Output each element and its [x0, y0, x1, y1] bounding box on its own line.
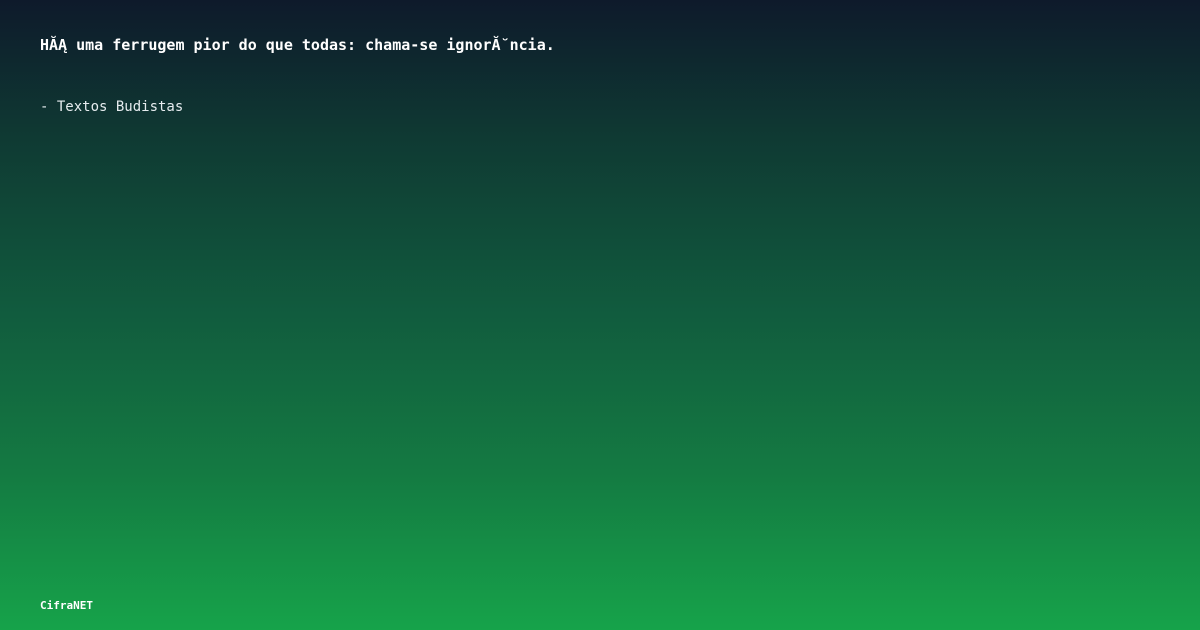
- quote-card: HĂĄ uma ferrugem pior do que todas: cham…: [0, 0, 1200, 630]
- quote-author: - Textos Budistas: [40, 99, 184, 115]
- quote-text: HĂĄ uma ferrugem pior do que todas: cham…: [40, 36, 555, 54]
- brand-name: CifraNET: [40, 599, 93, 612]
